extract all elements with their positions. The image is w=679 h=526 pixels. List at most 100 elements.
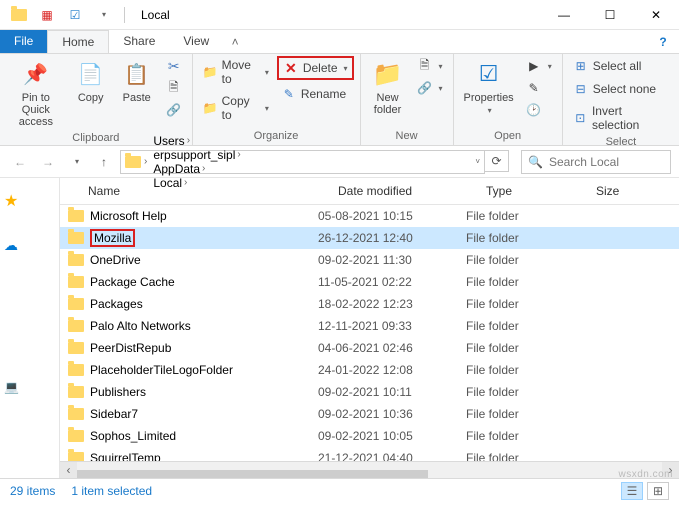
invert-selection-button[interactable]: ⊡Invert selection: [569, 102, 673, 134]
edit-button[interactable]: ✎: [522, 78, 556, 98]
horizontal-scrollbar[interactable]: ‹ ›: [60, 461, 679, 478]
maximize-button[interactable]: ☐: [587, 0, 633, 30]
search-box[interactable]: 🔍: [521, 150, 671, 174]
tab-home[interactable]: Home: [47, 30, 109, 53]
paste-shortcut-icon: 🔗: [166, 102, 182, 118]
nav-onedrive[interactable]: ☁: [0, 234, 59, 257]
table-row[interactable]: PlaceholderTileLogoFolder24-01-2022 12:0…: [60, 359, 679, 381]
copy-path-button[interactable]: 🗎: [162, 78, 186, 98]
copy-icon: 📄: [75, 58, 107, 90]
chevron-down-icon: ▾: [486, 106, 492, 115]
star-icon: ★: [4, 191, 18, 211]
address-box[interactable]: › Users ›erpsupport_sipl ›AppData ›Local…: [120, 150, 485, 174]
search-input[interactable]: [549, 155, 664, 169]
close-button[interactable]: ✕: [633, 0, 679, 30]
nav-this-pc[interactable]: 💻: [0, 377, 59, 397]
scrollbar-thumb[interactable]: [77, 470, 428, 478]
rename-button[interactable]: ✎Rename: [277, 84, 354, 104]
ribbon-collapse-icon[interactable]: ˄: [223, 30, 247, 53]
table-row[interactable]: Sophos_Limited09-02-2021 10:05File folde…: [60, 425, 679, 447]
breadcrumb-item[interactable]: erpsupport_sipl ›: [150, 148, 243, 162]
pin-to-quick-access-button[interactable]: 📌 Pin to Quick access: [6, 56, 66, 130]
history-button[interactable]: 🕑: [522, 100, 556, 120]
refresh-button[interactable]: ⟳: [485, 150, 509, 172]
folder-name: Sidebar7: [90, 407, 138, 421]
paste-shortcut-button[interactable]: 🔗: [162, 100, 186, 120]
delete-button[interactable]: ✕Delete▾: [277, 56, 354, 80]
new-item-icon: 🗎: [417, 58, 433, 74]
chevron-down-icon: ▾: [342, 64, 348, 73]
scroll-left-icon[interactable]: ‹: [60, 462, 77, 479]
address-dropdown-icon[interactable]: ˅: [473, 157, 480, 166]
column-size[interactable]: Size: [596, 184, 656, 198]
folder-icon: [68, 430, 84, 442]
select-none-button[interactable]: ⊟Select none: [569, 79, 673, 99]
copy-button[interactable]: 📄 Copy: [70, 56, 112, 106]
nav-forward-button[interactable]: →: [36, 150, 60, 174]
file-list[interactable]: Microsoft Help05-08-2021 10:15File folde…: [60, 205, 679, 461]
column-name[interactable]: Name: [88, 184, 338, 198]
folder-name: SquirrelTemp: [90, 451, 161, 461]
new-item-button[interactable]: 🗎▾: [413, 56, 447, 76]
new-folder-button[interactable]: 📁 New folder: [367, 56, 409, 118]
folder-icon: [125, 156, 141, 168]
nav-up-button[interactable]: ↑: [92, 150, 116, 174]
column-date[interactable]: Date modified: [338, 184, 486, 198]
qat-dropdown-icon[interactable]: ▾: [92, 4, 114, 26]
table-row[interactable]: Palo Alto Networks12-11-2021 09:33File f…: [60, 315, 679, 337]
breadcrumb-item[interactable]: AppData ›: [150, 162, 243, 176]
view-details-button[interactable]: ☰: [621, 482, 643, 500]
nav-back-button[interactable]: ←: [8, 150, 32, 174]
file-pane: Name Date modified Type Size Microsoft H…: [60, 178, 679, 478]
minimize-button[interactable]: —: [541, 0, 587, 30]
folder-icon: [68, 254, 84, 266]
nav-recent-button[interactable]: ▾: [64, 150, 88, 174]
invert-selection-icon: ⊡: [573, 110, 588, 126]
table-row[interactable]: Publishers09-02-2021 10:11File folder: [60, 381, 679, 403]
qat-check-icon[interactable]: ☑: [64, 4, 86, 26]
view-large-icons-button[interactable]: ⊞: [647, 482, 669, 500]
ribbon-group-clipboard: 📌 Pin to Quick access 📄 Copy 📋 Paste ✂ 🗎…: [0, 54, 193, 145]
table-row[interactable]: Sidebar709-02-2021 10:36File folder: [60, 403, 679, 425]
tab-share[interactable]: Share: [109, 30, 169, 53]
cell-date: 09-02-2021 10:05: [318, 429, 466, 443]
column-type[interactable]: Type: [486, 184, 596, 198]
pin-icon: 📌: [20, 58, 52, 90]
table-row[interactable]: Microsoft Help05-08-2021 10:15File folde…: [60, 205, 679, 227]
copy-to-button[interactable]: 📁Copy to▾: [199, 92, 273, 124]
properties-button[interactable]: ☑ Properties ▾: [460, 56, 518, 117]
table-row[interactable]: Package Cache11-05-2021 02:22File folder: [60, 271, 679, 293]
status-bar: 29 items 1 item selected ☰ ⊞: [0, 478, 679, 502]
table-row[interactable]: Packages18-02-2022 12:23File folder: [60, 293, 679, 315]
move-to-button[interactable]: 📁Move to▾: [199, 56, 273, 88]
cell-type: File folder: [466, 231, 576, 245]
breadcrumb-item[interactable]: Users ›: [150, 134, 243, 148]
table-row[interactable]: SquirrelTemp21-12-2021 04:40File folder: [60, 447, 679, 461]
cell-date: 11-05-2021 02:22: [318, 275, 466, 289]
paste-button[interactable]: 📋 Paste: [116, 56, 158, 106]
table-row[interactable]: PeerDistRepub04-06-2021 02:46File folder: [60, 337, 679, 359]
open-button[interactable]: ▶▾: [522, 56, 556, 76]
help-icon[interactable]: ?: [655, 30, 679, 53]
tab-view[interactable]: View: [169, 30, 223, 53]
tab-file[interactable]: File: [0, 30, 47, 53]
qat-properties-icon[interactable]: ▦: [36, 4, 58, 26]
select-all-button[interactable]: ⊞Select all: [569, 56, 673, 76]
navigation-pane[interactable]: ★ ☁ 💻: [0, 178, 60, 478]
cell-type: File folder: [466, 363, 576, 377]
titlebar: ▦ ☑ ▾ Local — ☐ ✕: [0, 0, 679, 30]
history-icon: 🕑: [526, 102, 542, 118]
nav-quick-access[interactable]: ★: [0, 188, 59, 214]
watermark: wsxdn.com: [618, 469, 673, 480]
folder-icon: [68, 364, 84, 376]
table-row[interactable]: Mozilla26-12-2021 12:40File folder: [60, 227, 679, 249]
table-row[interactable]: OneDrive09-02-2021 11:30File folder: [60, 249, 679, 271]
folder-name: Palo Alto Networks: [90, 319, 191, 333]
search-icon: 🔍: [528, 155, 543, 169]
cell-date: 05-08-2021 10:15: [318, 209, 466, 223]
cell-type: File folder: [466, 253, 576, 267]
easy-access-button[interactable]: 🔗▾: [413, 78, 447, 98]
cut-button[interactable]: ✂: [162, 56, 186, 76]
column-headers[interactable]: Name Date modified Type Size: [60, 178, 679, 205]
cell-date: 09-02-2021 10:11: [318, 385, 466, 399]
